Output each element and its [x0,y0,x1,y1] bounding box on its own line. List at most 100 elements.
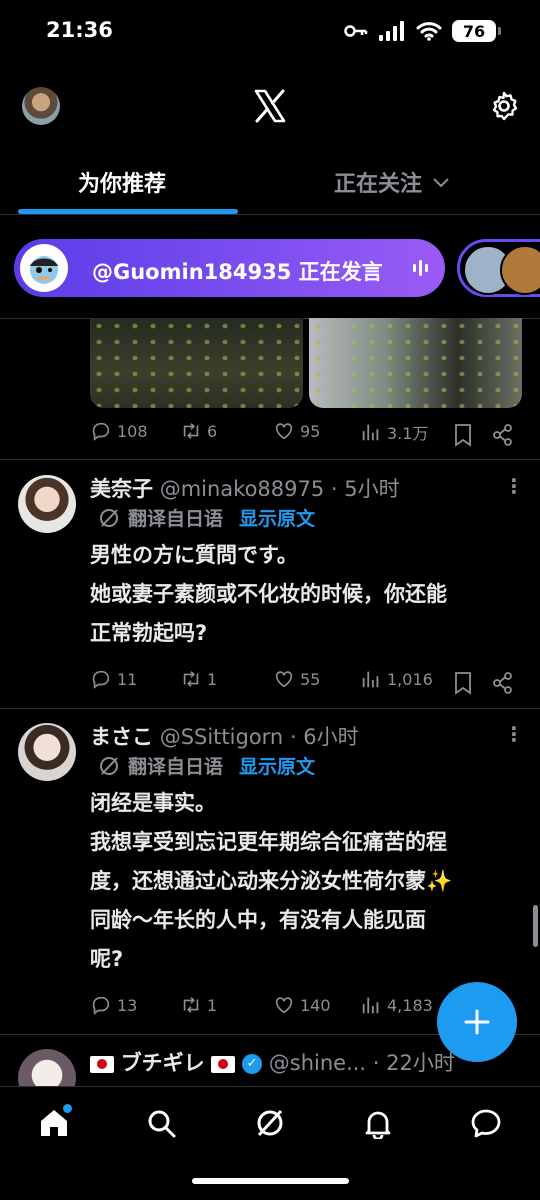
reply-button[interactable]: 11 [90,668,137,690]
japan-flag-icon [211,1055,236,1073]
heart-icon [275,997,293,1014]
reply-count: 108 [117,421,148,441]
plus-icon [464,1009,490,1035]
retweet-count: 1 [207,995,218,1015]
tweet-line: 男性の方に質問です。 [90,543,298,567]
grok-icon[interactable] [254,1107,286,1139]
tweet-actions: 108 6 95 3.1万 [0,420,540,450]
retweet-button[interactable]: 1 [180,668,217,690]
like-count: 140 [300,995,331,1015]
translation-notice: 翻译自日语 显示原文 [98,504,315,531]
author-handle[interactable]: @minako88975 [160,477,325,501]
retweet-icon [183,997,199,1013]
tweet-actions: 11 1 55 1,016 [0,668,540,698]
search-icon[interactable] [145,1107,177,1139]
reply-count: 11 [117,669,138,689]
wifi-icon [416,22,442,41]
like-button[interactable]: 95 [273,420,320,442]
reply-icon [92,422,110,441]
heart-icon [275,423,293,440]
more-options-icon[interactable]: ⋮ [504,722,524,746]
like-button[interactable]: 55 [273,668,320,690]
space-host-avatar [20,244,68,292]
tweet-image-2[interactable] [309,318,522,408]
tweet-text: 闭经是事实。 我想享受到忘记更年期综合征痛苦的程 度，还想通过心动来分泌女性荷尔… [90,784,525,979]
tweet-image-1[interactable] [90,318,303,408]
compose-button[interactable] [437,982,517,1062]
verified-badge-icon: ✓ [242,1054,263,1074]
author-handle[interactable]: @shine... [269,1051,366,1075]
tab-following[interactable]: 正在关注 [334,166,450,198]
retweet-button[interactable]: 6 [180,420,217,442]
views-icon [362,424,379,441]
battery-indicator: 76 [452,20,501,42]
battery-level: 76 [462,21,486,41]
scrollbar[interactable] [533,905,538,947]
pirate-avatar-icon [30,256,58,284]
reply-button[interactable]: 108 [90,420,148,442]
tab-following-label: 正在关注 [334,172,423,197]
reply-count: 13 [117,995,138,1015]
tweet-text: 男性の方に質問です。 她或妻子素颜或不化妆的时候，你还能 正常勃起吗? [90,536,525,653]
tab-for-you[interactable]: 为你推荐 [78,166,166,198]
like-button[interactable]: 140 [273,994,331,1016]
translated-from-label: 翻译自日语 [128,756,224,778]
retweet-count: 6 [207,421,218,441]
views-button[interactable]: 3.1万 [360,420,428,444]
grok-icon [100,508,118,527]
author-name[interactable]: まさこ [90,725,153,749]
author-handle[interactable]: @SSittigorn [160,725,284,749]
reply-icon [92,996,110,1015]
tweet-time: · 6小时 [289,725,359,749]
japan-flag-icon [90,1055,114,1073]
x-logo-icon [254,89,286,123]
author-name[interactable]: ブチギレ [121,1051,205,1075]
status-icons: 76 [344,20,501,42]
home-indicator[interactable] [192,1178,349,1184]
share-icon[interactable] [492,671,514,695]
tweet-avatar[interactable] [18,723,76,781]
gear-icon[interactable] [488,90,520,122]
divider [0,459,540,460]
reply-button[interactable]: 13 [90,994,137,1016]
tabs-divider [0,214,540,215]
share-icon[interactable] [492,423,514,447]
tweet-line: 度，还想通过心动来分泌女性荷尔蒙✨ [90,869,453,893]
tweet-line: 同龄～年长的人中，有没有人能见面 [90,908,426,932]
bookmark-icon[interactable] [452,671,474,695]
tweet-line: 呢? [90,947,124,971]
key-icon [344,25,368,37]
author-name[interactable]: 美奈子 [90,477,153,501]
message-icon[interactable] [470,1107,502,1139]
like-count: 55 [300,669,321,689]
signal-icon [379,21,404,41]
tweet-time: · 22小时 [372,1051,455,1075]
divider [0,708,540,709]
bell-icon[interactable] [362,1107,394,1139]
tweet-line: 正常勃起吗? [90,621,208,645]
show-original-link[interactable]: 显示原文 [239,752,315,779]
views-button[interactable]: 4,183 [360,994,433,1016]
tweet-avatar[interactable] [18,475,76,533]
retweet-count: 1 [207,669,218,689]
show-original-link[interactable]: 显示原文 [239,504,315,531]
profile-avatar[interactable] [22,87,60,125]
notification-dot [61,1102,74,1115]
view-count: 1,016 [387,669,433,689]
tweet-header: まさこ @SSittigorn · 6小时 [90,721,359,751]
heart-icon [275,671,293,688]
tweet-header: ブチギレ ✓ @shine... · 22小时 [90,1047,455,1077]
view-count: 4,183 [387,995,433,1015]
translated-from-label: 翻译自日语 [128,508,224,530]
status-time: 21:36 [46,18,113,42]
like-count: 95 [300,421,321,441]
chevron-down-icon [433,178,449,188]
retweet-icon [183,671,199,687]
view-count: 3.1万 [387,424,429,443]
more-options-icon[interactable]: ⋮ [504,474,524,498]
bookmark-icon[interactable] [452,423,474,447]
retweet-button[interactable]: 1 [180,994,217,1016]
retweet-icon [183,423,199,439]
views-icon [362,997,379,1014]
views-button[interactable]: 1,016 [360,668,433,690]
